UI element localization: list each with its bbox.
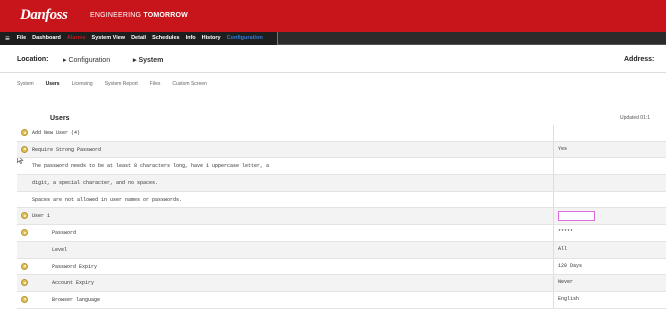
row-label-cell: The password needs to be at least 8 char… — [17, 158, 554, 175]
row-label-cell: Password Expiry — [17, 258, 554, 275]
tab-users[interactable]: Users — [46, 78, 60, 90]
row-label: Browser language — [52, 296, 101, 303]
row-value: Yes — [558, 145, 568, 152]
row-label: Password Expiry — [52, 263, 98, 270]
breadcrumb-configuration[interactable]: ▸ Configuration — [63, 56, 110, 64]
menu-info[interactable]: Info — [183, 32, 199, 45]
tab-files[interactable]: Files — [150, 78, 161, 90]
menu-system-view[interactable]: System View — [89, 32, 129, 45]
menu-file[interactable]: File — [14, 32, 29, 45]
row-label-cell: Require Strong Password — [17, 141, 554, 158]
edit-icon[interactable] — [21, 279, 28, 287]
row-label: Account Expiry — [52, 280, 95, 287]
address-label: Address: — [624, 56, 655, 63]
row-label-cell: Level — [17, 241, 554, 258]
tagline-prefix: ENGINEERING — [90, 12, 144, 19]
row-label-cell: digit, a special character, and no space… — [17, 175, 554, 191]
menu-history[interactable]: History — [199, 32, 224, 45]
menu-dashboard[interactable]: Dashboard — [29, 32, 64, 45]
tagline: ENGINEERING TOMORROW — [90, 12, 188, 19]
row-label-cell: Account Expiry — [17, 275, 554, 291]
row-password-expiry[interactable]: Password Expiry 120 Days — [17, 258, 666, 276]
user-name-input[interactable] — [558, 211, 595, 222]
edit-icon[interactable] — [21, 145, 28, 153]
row-value: Never — [558, 279, 574, 286]
menu-configuration[interactable]: Configuration — [224, 32, 266, 45]
location-label: Location: — [17, 56, 49, 63]
users-section-header: Users Updated 01:1 — [0, 113, 666, 125]
row-label: User 1 — [32, 213, 51, 220]
edit-icon[interactable] — [21, 295, 28, 303]
updated-timestamp: Updated 01:1 — [620, 115, 651, 121]
row-label-cell: Spaces are not allowed in user names or … — [17, 191, 554, 208]
row-require-strong-password[interactable]: Require Strong Password Yes — [17, 141, 666, 159]
tab-strip: System Users Licensing System Report Fil… — [0, 78, 219, 90]
row-password-rule-2: digit, a special character, and no space… — [17, 175, 666, 192]
brand-bar: Danfoss ENGINEERING TOMORROW — [0, 0, 666, 32]
tab-system-report[interactable]: System Report — [105, 78, 138, 90]
tab-custom-screen[interactable]: Custom Screen — [172, 78, 206, 90]
menu-inner: ≡ File Dashboard Alarms System View Deta… — [0, 32, 278, 45]
section-title: Users — [50, 115, 70, 122]
edit-icon[interactable] — [21, 129, 28, 136]
row-label-cell: Password — [17, 225, 554, 241]
edit-icon[interactable] — [21, 229, 28, 237]
row-account-expiry[interactable]: Account Expiry Never — [17, 275, 666, 292]
danfoss-logo: Danfoss — [20, 7, 68, 23]
row-password-rule-1: The password needs to be at least 8 char… — [17, 158, 666, 176]
location-bar: Location: ▸ Configuration ▸ System Addre… — [0, 46, 666, 73]
row-label: Password — [52, 230, 77, 237]
row-label-cell: Add New User (4) — [17, 125, 554, 141]
row-label-cell: User 1 — [17, 208, 554, 225]
row-label-cell: Browser language — [17, 291, 554, 308]
breadcrumb-system[interactable]: ▸ System — [133, 56, 163, 64]
row-label: The password needs to be at least 8 char… — [32, 163, 270, 170]
edit-icon[interactable] — [21, 262, 28, 270]
menu-detail[interactable]: Detail — [128, 32, 149, 45]
row-user-1[interactable]: User 1 — [17, 208, 666, 226]
row-label: Add New User (4) — [32, 130, 81, 136]
row-label: Spaces are not allowed in user names or … — [32, 196, 183, 203]
row-value: English — [558, 295, 580, 302]
row-level[interactable]: Level All — [17, 241, 666, 259]
row-spaces-note: Spaces are not allowed in user names or … — [17, 191, 666, 209]
row-value: 120 Days — [558, 262, 583, 269]
row-add-new-user[interactable]: Add New User (4) — [17, 125, 666, 142]
menu-alarms[interactable]: Alarms — [64, 32, 89, 45]
edit-icon[interactable] — [21, 212, 28, 220]
menu-schedules[interactable]: Schedules — [149, 32, 183, 45]
row-value: All — [558, 245, 568, 252]
row-label: Level — [52, 246, 68, 253]
menu-bar: ≡ File Dashboard Alarms System View Deta… — [0, 32, 666, 45]
row-label: Require Strong Password — [32, 146, 102, 153]
users-table: Add New User (4) Require Strong Password… — [17, 125, 666, 309]
row-label: digit, a special character, and no space… — [32, 180, 159, 187]
row-password[interactable]: Password ***** — [17, 225, 666, 242]
tab-licensing[interactable]: Licensing — [72, 78, 93, 90]
tagline-bold: TOMORROW — [143, 12, 188, 19]
row-browser-language[interactable]: Browser language English — [17, 291, 666, 309]
row-value: ***** — [558, 229, 574, 236]
tab-system[interactable]: System — [17, 78, 34, 90]
hamburger-icon[interactable]: ≡ — [0, 32, 14, 45]
